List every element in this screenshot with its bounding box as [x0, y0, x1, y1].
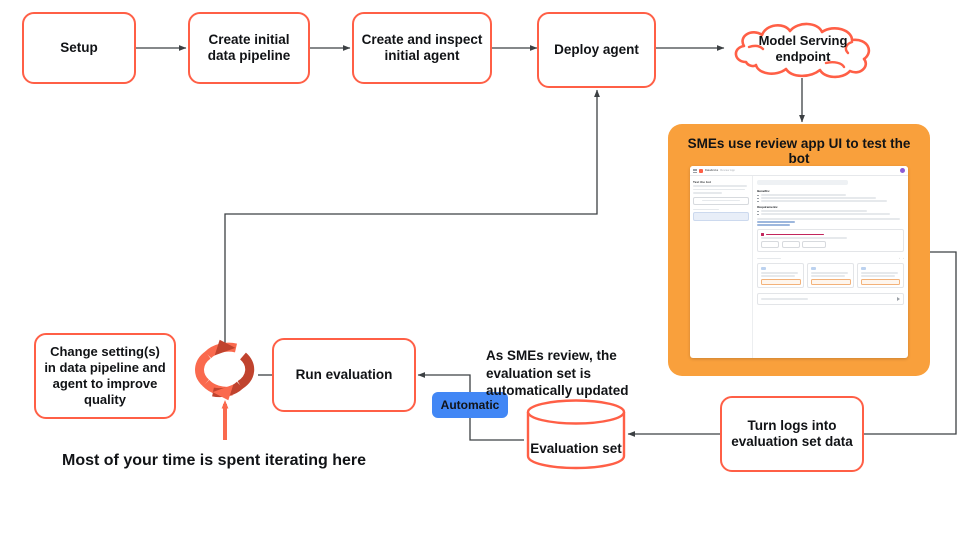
- node-create-and-inspect-initial-agent[interactable]: Create and inspect initial agent: [352, 12, 492, 84]
- awaiting-feedback-icon: [761, 233, 764, 236]
- node-create-and-inspect-initial-agent-label: Create and inspect initial agent: [361, 31, 483, 63]
- review-app-topbar: Databricks Review App: [690, 166, 908, 176]
- diagram-canvas: Setup Create initial data pipeline Creat…: [0, 0, 960, 540]
- sources-next-icon[interactable]: ›: [903, 256, 904, 260]
- user-avatar-icon[interactable]: [900, 168, 905, 173]
- source-card[interactable]: [807, 263, 855, 289]
- review-app-subtitle: Review App: [720, 169, 735, 172]
- document-icon: [760, 266, 766, 270]
- node-deploy-agent[interactable]: Deploy agent: [537, 12, 656, 88]
- review-app-name: Databricks: [705, 169, 719, 172]
- node-change-settings[interactable]: Change setting(s) in data pipeline and a…: [34, 333, 176, 419]
- node-model-serving-endpoint-label: Model Serving endpoint: [758, 33, 848, 64]
- reference-badge: [810, 278, 851, 285]
- review-app-feedback-card[interactable]: [757, 229, 904, 253]
- node-turn-logs-into-evaluation-set-data-label: Turn logs into evaluation set data: [731, 417, 853, 449]
- source-card[interactable]: [857, 263, 904, 289]
- iterate-caption-text: Most of your time is spent iterating her…: [62, 452, 367, 469]
- iteration-loop-icon: [195, 339, 255, 401]
- review-app-callout-panel: SMEs use review app UI to test the bot D…: [668, 124, 930, 376]
- node-setup[interactable]: Setup: [22, 12, 136, 84]
- source-card[interactable]: [757, 263, 805, 289]
- sme-review-note: As SMEs review, the evaluation set is au…: [486, 329, 666, 400]
- review-app-main: Benefits: Requirements: ‹ ›: [753, 176, 908, 358]
- review-app-callout-title: SMEs use review app UI to test the bot: [687, 136, 911, 166]
- review-app-source-cards: [757, 263, 904, 289]
- reference-badge: [760, 278, 801, 285]
- document-icon: [860, 266, 866, 270]
- review-app-ask-input[interactable]: [757, 293, 904, 306]
- hamburger-icon[interactable]: [693, 168, 697, 173]
- review-app-screenshot[interactable]: Databricks Review App Test the bot Benef…: [690, 166, 908, 358]
- sme-review-note-text: As SMEs review, the evaluation set is au…: [486, 347, 629, 399]
- reference-badge: [860, 278, 901, 285]
- review-app-sidebar: Test the bot: [690, 176, 754, 358]
- node-setup-label: Setup: [60, 39, 98, 55]
- review-app-new-chat-button[interactable]: [693, 196, 750, 205]
- node-evaluation-set[interactable]: Evaluation set: [524, 398, 628, 470]
- node-run-evaluation-label: Run evaluation: [295, 366, 393, 382]
- review-app-requirements-list: [757, 210, 904, 216]
- node-model-serving-endpoint[interactable]: Model Serving endpoint: [722, 18, 884, 80]
- feedback-dont-know-button[interactable]: [802, 241, 827, 249]
- node-create-initial-data-pipeline-label: Create initial data pipeline: [207, 31, 291, 63]
- review-app-benefits-heading: Benefits:: [757, 188, 771, 193]
- review-app-query-pill: [757, 180, 849, 185]
- node-deploy-agent-label: Deploy agent: [554, 41, 639, 57]
- databricks-logo-icon: [699, 168, 703, 173]
- review-app-history-item[interactable]: [693, 212, 750, 221]
- node-run-evaluation[interactable]: Run evaluation: [272, 338, 416, 412]
- node-change-settings-label: Change setting(s) in data pipeline and a…: [44, 344, 166, 407]
- feedback-yes-button[interactable]: [761, 241, 780, 249]
- review-app-benefits-list: [757, 194, 904, 202]
- sources-prev-icon[interactable]: ‹: [899, 256, 900, 260]
- node-turn-logs-into-evaluation-set-data[interactable]: Turn logs into evaluation set data: [720, 396, 864, 472]
- iterate-caption: Most of your time is spent iterating her…: [62, 452, 366, 470]
- document-icon: [810, 266, 816, 270]
- node-evaluation-set-label: Evaluation set: [530, 440, 622, 456]
- send-icon[interactable]: [897, 297, 900, 302]
- review-app-sidebar-heading: Test the bot: [693, 180, 711, 184]
- review-app-requirements-heading: Requirements:: [757, 204, 779, 209]
- feedback-no-button[interactable]: [781, 241, 800, 249]
- node-create-initial-data-pipeline[interactable]: Create initial data pipeline: [188, 12, 310, 84]
